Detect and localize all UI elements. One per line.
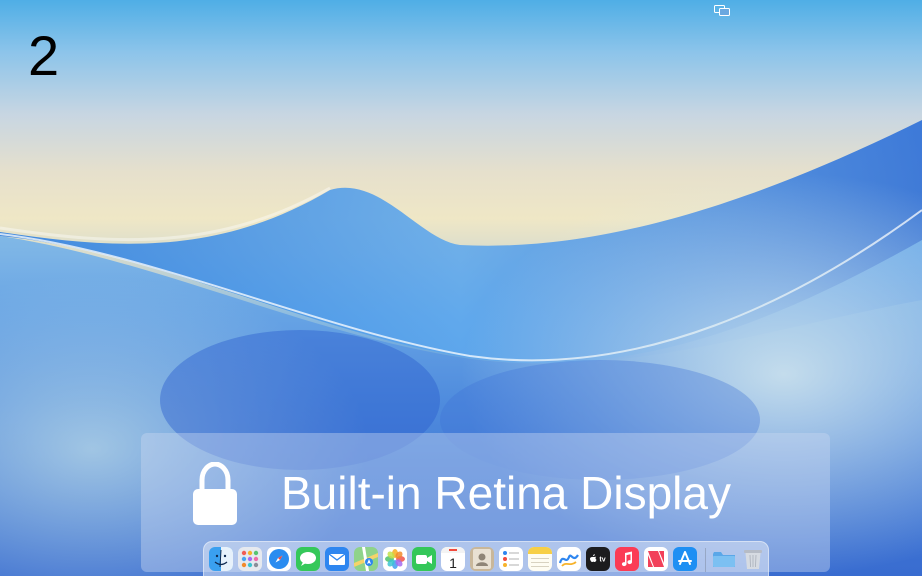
lock-icon: [192, 461, 238, 526]
finder-icon[interactable]: [209, 547, 233, 571]
trash-icon[interactable]: [741, 547, 765, 571]
apple-tv-label: tv: [599, 557, 605, 564]
app-store-icon[interactable]: [673, 547, 697, 571]
freeform-icon[interactable]: [557, 547, 581, 571]
apple-tv-icon[interactable]: tv: [586, 547, 610, 571]
reminders-icon[interactable]: [499, 547, 523, 571]
display-mirroring-icon[interactable]: [714, 4, 730, 16]
dock-separator: [705, 548, 706, 572]
safari-icon[interactable]: [267, 547, 291, 571]
news-icon[interactable]: [644, 547, 668, 571]
display-number: 2: [28, 24, 60, 87]
svg-text:1: 1: [449, 555, 457, 571]
notes-icon[interactable]: [528, 547, 552, 571]
photos-icon[interactable]: [383, 547, 407, 571]
dock: 1 tv: [203, 541, 769, 576]
launchpad-icon[interactable]: [238, 547, 262, 571]
messages-icon[interactable]: [296, 547, 320, 571]
contacts-icon[interactable]: [470, 547, 494, 571]
music-icon[interactable]: [615, 547, 639, 571]
calendar-icon[interactable]: 1: [441, 547, 465, 571]
display-name-label: Built-in Retina Display: [281, 467, 731, 519]
mail-icon[interactable]: [325, 547, 349, 571]
maps-icon[interactable]: [354, 547, 378, 571]
facetime-icon[interactable]: [412, 547, 436, 571]
folder-icon[interactable]: [712, 547, 736, 571]
